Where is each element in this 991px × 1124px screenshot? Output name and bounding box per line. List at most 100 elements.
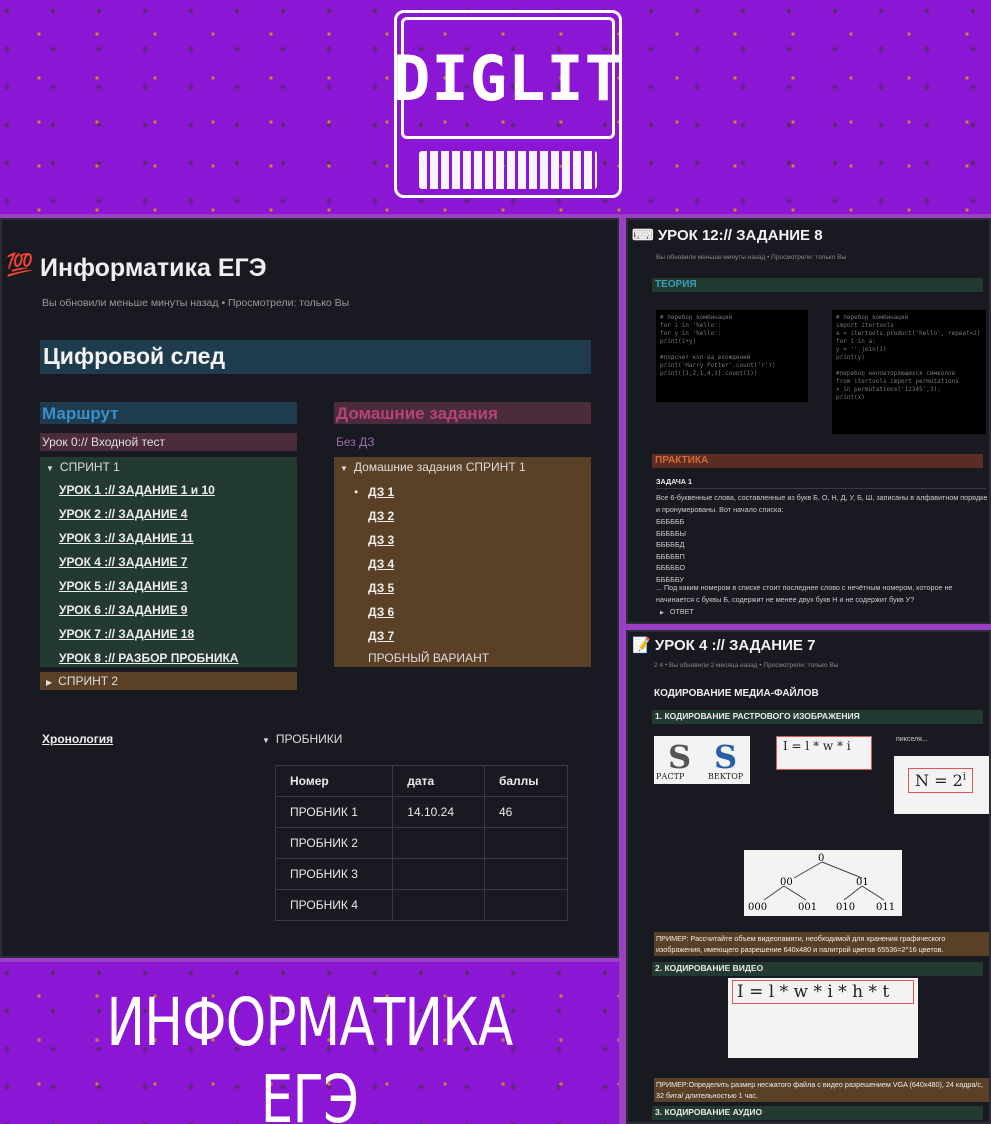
homework-link[interactable]: ДЗ 7	[368, 629, 394, 643]
lesson-link[interactable]: УРОК 4 :// ЗАДАНИЕ 7	[59, 555, 187, 569]
formula-1: I = l * w * i	[783, 739, 851, 753]
audio-section-heading: 3. КОДИРОВАНИЕ АУДИО	[652, 1106, 983, 1120]
homework-list: • ДЗ 1 ДЗ 2 ДЗ 3 ДЗ 4 ДЗ 5 ДЗ 6 ДЗ 7	[340, 480, 585, 648]
no-homework-label: Без ДЗ	[336, 435, 375, 449]
sprint2-label: СПРИНТ 2	[58, 674, 119, 688]
footer-title: ИНФОРМАТИКА ЕГЭ	[106, 984, 514, 1124]
word-item: БББББД	[656, 540, 685, 550]
word-item: БББББП	[656, 551, 685, 561]
tree-edge	[763, 885, 785, 901]
triangle-down-icon: ▼	[262, 736, 270, 745]
column-header: баллы	[483, 765, 569, 797]
sprint1-label: СПРИНТ 1	[59, 460, 120, 474]
binary-tree-svg: 0 00 01 000 001 010 011	[748, 853, 895, 913]
divider	[656, 488, 986, 489]
homework-item: • ДЗ 1	[354, 480, 585, 504]
lesson4-title-row: 📝 УРОК 4 :// ЗАДАНИЕ 7	[632, 636, 815, 654]
homework-link[interactable]: ДЗ 5	[368, 581, 394, 595]
homework-link[interactable]: ДЗ 3	[368, 533, 394, 547]
hw-sprint1-label: Домашние задания СПРИНТ 1	[353, 460, 526, 474]
logo-text: DIGLIT	[393, 41, 623, 115]
code-block-2: # перебор комбинаций import itertools a = …	[832, 310, 986, 434]
task1-question: ... Под каким номером в списке стоит пос…	[656, 583, 953, 604]
table-cell: ПРОБНИК 3	[274, 858, 394, 890]
formula-2-exp: i	[962, 771, 966, 783]
table-header-row: Номер дата баллы	[274, 765, 569, 797]
answer-label: ОТВЕТ	[669, 607, 694, 616]
page-title: Информатика ЕГЭ	[40, 254, 267, 282]
lesson-link[interactable]: УРОК 7 :// ЗАДАНИЕ 18	[59, 627, 194, 641]
word-item: БББББО	[656, 563, 686, 573]
probniki-label: ПРОБНИКИ	[275, 732, 343, 746]
trial-variant-label: ПРОБНЫЙ ВАРИАНТ	[368, 651, 490, 665]
entry-test-link[interactable]: Урок 0:// Входной тест	[40, 433, 297, 451]
homework-link[interactable]: ДЗ 6	[368, 605, 394, 619]
lesson-item: УРОК 3 :// ЗАДАНИЕ 11	[59, 526, 291, 550]
memo-icon: 📝	[632, 637, 655, 654]
table-row: ПРОБНИК 1 14.10.24 46	[274, 796, 569, 828]
formula-2-frame: N = 2i	[908, 768, 973, 793]
homework-item: ДЗ 4	[368, 552, 585, 576]
table-cell	[483, 858, 569, 890]
table-cell: 46	[483, 796, 569, 828]
tree-edge	[821, 861, 863, 879]
digital-trace-heading: Цифровой след	[40, 340, 591, 374]
homework-link[interactable]: ДЗ 4	[368, 557, 394, 571]
sprint1-toggle[interactable]: ▼ СПРИНТ 1 УРОК 1 :// ЗАДАНИЕ 1 и 10 УРОК …	[40, 457, 297, 667]
lesson12-meta: Вы обновили меньше минуты назад • Просмо…	[656, 254, 847, 261]
word-item: ББББББ	[656, 517, 685, 526]
lesson12-title: УРОК 12:// ЗАДАНИЕ 8	[657, 227, 823, 244]
lesson-link[interactable]: УРОК 6 :// ЗАДАНИЕ 9	[59, 603, 187, 617]
example-1: ПРИМЕР: Рассчитайте объем видеопамяти, н…	[654, 932, 989, 956]
table-cell	[392, 827, 485, 859]
laptop-logo: DIGLIT	[393, 10, 622, 198]
tree-edge	[843, 885, 863, 901]
lessons-list: УРОК 1 :// ЗАДАНИЕ 1 и 10 УРОК 2 :// ЗАДА…	[46, 478, 291, 670]
table-cell: ПРОБНИК 2	[274, 827, 394, 859]
tree-edge	[783, 885, 807, 901]
tree-node: 01	[856, 877, 869, 888]
tree-edge	[861, 885, 885, 901]
table-row: ПРОБНИК 2	[274, 827, 569, 859]
chronology-link[interactable]: Хронология	[42, 732, 113, 746]
page-meta: Вы обновили меньше минуты назад • Просмо…	[42, 297, 350, 309]
hw-sprint1-toggle[interactable]: ▼ Домашние задания СПРИНТ 1 • ДЗ 1 ДЗ 2 ДЗ 3…	[334, 457, 591, 667]
raster-section-heading: 1. КОДИРОВАНИЕ РАСТРОВОГО ИЗОБРАЖЕНИЯ	[652, 710, 983, 724]
formula-2-box: N = 2i	[894, 756, 989, 814]
table-cell: 14.10.24	[392, 796, 485, 828]
homework-item: ДЗ 6	[368, 600, 585, 624]
formula-1-box: I = l * w * i	[776, 736, 872, 770]
binary-tree-figure: 0 00 01 000 001 010 011	[744, 850, 902, 916]
homework-link[interactable]: ДЗ 2	[368, 509, 394, 523]
top-banner: DIGLIT	[0, 0, 991, 214]
video-section-heading: 2. КОДИРОВАНИЕ ВИДЕО	[652, 962, 983, 976]
bullet-icon: •	[354, 485, 359, 499]
column-header: Номер	[274, 765, 394, 797]
sprint2-toggle[interactable]: ▶ СПРИНТ 2	[40, 672, 297, 690]
lesson-link[interactable]: УРОК 3 :// ЗАДАНИЕ 11	[59, 531, 193, 545]
lesson-link[interactable]: УРОК 5 :// ЗАДАНИЕ 3	[59, 579, 187, 593]
table-cell	[392, 858, 485, 890]
lesson-link[interactable]: УРОК 1 :// ЗАДАНИЕ 1 и 10	[59, 483, 215, 497]
laptop-screen: DIGLIT	[393, 17, 622, 139]
triangle-down-icon: ▼	[340, 464, 348, 473]
word-list: ББББББ БББББЫ БББББД БББББП БББББО БББББУ	[656, 516, 686, 586]
lesson-link[interactable]: УРОК 2 :// ЗАДАНИЕ 4	[59, 507, 187, 521]
lesson12-panel: ⌨ УРОК 12:// ЗАДАНИЕ 8 Вы обновили меньш…	[626, 218, 991, 624]
probniki-toggle[interactable]: ▼ ПРОБНИКИ	[262, 732, 342, 746]
table-cell	[483, 889, 569, 921]
vector-label: ВЕКТОР	[708, 772, 744, 781]
example-2: ПРИМЕР:Определить размер несжатого файла…	[654, 1078, 989, 1102]
homework-item: ДЗ 7	[368, 624, 585, 648]
word-item: БББББЫ	[656, 528, 686, 538]
lesson-item: УРОК 5 :// ЗАДАНИЕ 3	[59, 574, 291, 598]
hundred-icon: 💯	[6, 252, 34, 277]
table-row: ПРОБНИК 3	[274, 858, 569, 890]
tree-node: 0	[818, 853, 824, 864]
answer-toggle[interactable]: ▶ ОТВЕТ	[660, 606, 694, 620]
table-cell: ПРОБНИК 1	[274, 796, 394, 828]
lesson-link[interactable]: УРОК 8 :// РАЗБОР ПРОБНИКА	[59, 651, 238, 665]
lesson-item: УРОК 7 :// ЗАДАНИЕ 18	[59, 622, 291, 646]
homework-link[interactable]: ДЗ 1	[368, 485, 394, 499]
tree-node: 00	[780, 877, 793, 888]
